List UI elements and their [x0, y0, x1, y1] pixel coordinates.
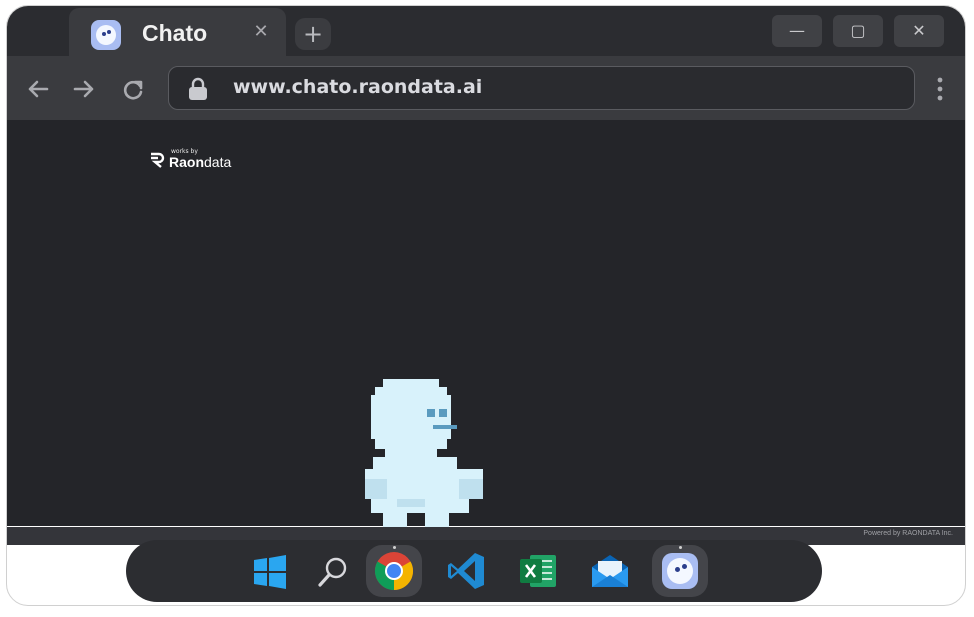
- forward-arrow-icon[interactable]: [69, 74, 99, 104]
- tab-title: Chato: [142, 20, 208, 46]
- lock-icon: [189, 77, 207, 100]
- tab-close-icon[interactable]: ✕: [249, 20, 273, 44]
- mail-icon: [592, 555, 628, 587]
- address-bar[interactable]: www.chato.raondata.ai: [168, 66, 915, 110]
- taskbar-chato[interactable]: [652, 545, 708, 597]
- page-content: works by Raondata Powered by RAONDATA In…: [7, 120, 965, 545]
- running-indicator: [679, 546, 682, 549]
- taskbar-search[interactable]: [304, 545, 360, 597]
- powered-by-text: Powered by RAONDATA Inc.: [863, 530, 953, 537]
- running-indicator: [393, 546, 396, 549]
- taskbar: [126, 540, 822, 602]
- taskbar-vscode[interactable]: [438, 545, 494, 597]
- title-bar: Chato ✕ + — ▢ ✕: [7, 6, 965, 58]
- close-window-button[interactable]: ✕: [894, 15, 944, 47]
- taskbar-start[interactable]: [242, 545, 298, 597]
- raondata-mark-icon: [151, 152, 165, 168]
- chato-app-icon: [662, 553, 698, 589]
- browser-toolbar: www.chato.raondata.ai: [7, 56, 965, 120]
- excel-icon: [520, 555, 556, 587]
- taskbar-excel[interactable]: [510, 545, 566, 597]
- chrome-icon: [374, 552, 414, 591]
- maximize-button[interactable]: ▢: [833, 15, 883, 47]
- chato-favicon-icon: [91, 20, 121, 50]
- taskbar-mail[interactable]: [582, 545, 638, 597]
- reload-icon[interactable]: [118, 74, 148, 104]
- tab-chato[interactable]: Chato ✕: [69, 8, 286, 58]
- browser-window: Chato ✕ + — ▢ ✕ www.chato.raondata.ai wo…: [6, 5, 966, 606]
- new-tab-button[interactable]: +: [295, 18, 331, 50]
- minimize-button[interactable]: —: [772, 15, 822, 47]
- taskbar-chrome[interactable]: [366, 545, 422, 597]
- search-icon: [318, 557, 347, 587]
- back-arrow-icon[interactable]: [23, 74, 53, 104]
- vscode-icon: [448, 553, 484, 589]
- brand-name: Raondata: [169, 154, 232, 170]
- windows-logo-icon: [254, 555, 286, 589]
- chato-mascot-character: [365, 379, 483, 545]
- address-url: www.chato.raondata.ai: [233, 76, 483, 98]
- kebab-menu-icon[interactable]: [932, 74, 948, 104]
